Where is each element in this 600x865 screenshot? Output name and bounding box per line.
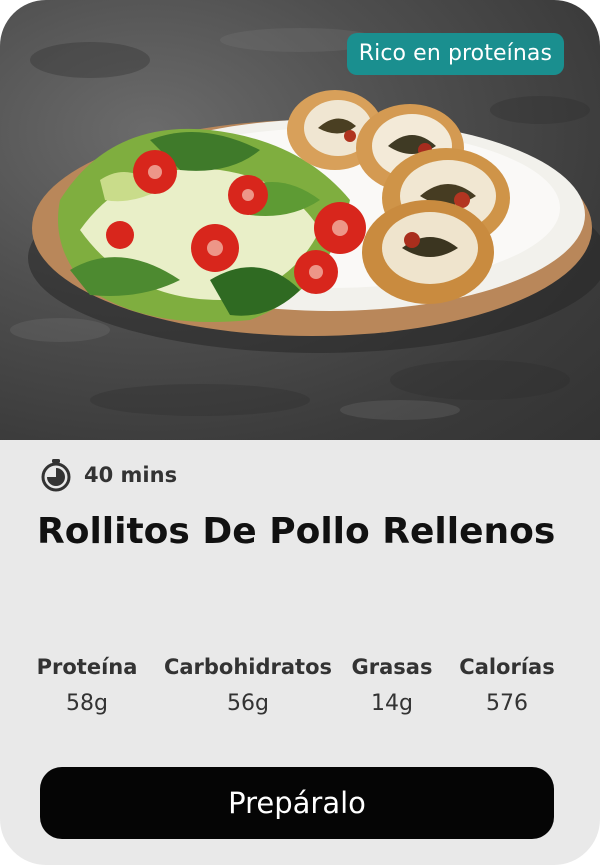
prepare-button[interactable]: Prepáralo [40,767,554,839]
nutrition-label: Carbohidratos [163,655,333,679]
nutrition-carbs: Carbohidratos 56g [158,655,338,716]
nutrition-label: Grasas [351,655,433,679]
recipe-card[interactable]: Rico en proteínas 40 mins Rollitos De Po… [0,0,600,865]
nutrition-fat: Grasas 14g [346,655,438,716]
nutrition-label: Calorías [459,655,555,679]
prep-time: 40 mins [40,458,177,492]
nutrition-calories: Calorías 576 [448,655,566,716]
nutrition-value: 58g [66,691,108,716]
recipe-photo: Rico en proteínas [0,0,600,440]
nutrition-value: 56g [227,691,269,716]
nutrition-value: 576 [486,691,528,716]
recipe-title: Rollitos De Pollo Rellenos [37,511,556,552]
nutrition-protein: Proteína 58g [30,655,144,716]
timer-icon [41,459,71,492]
high-protein-badge: Rico en proteínas [346,33,564,75]
nutrition-label: Proteína [36,655,138,679]
nutrition-value: 14g [371,691,413,716]
prep-time-text: 40 mins [84,463,178,487]
